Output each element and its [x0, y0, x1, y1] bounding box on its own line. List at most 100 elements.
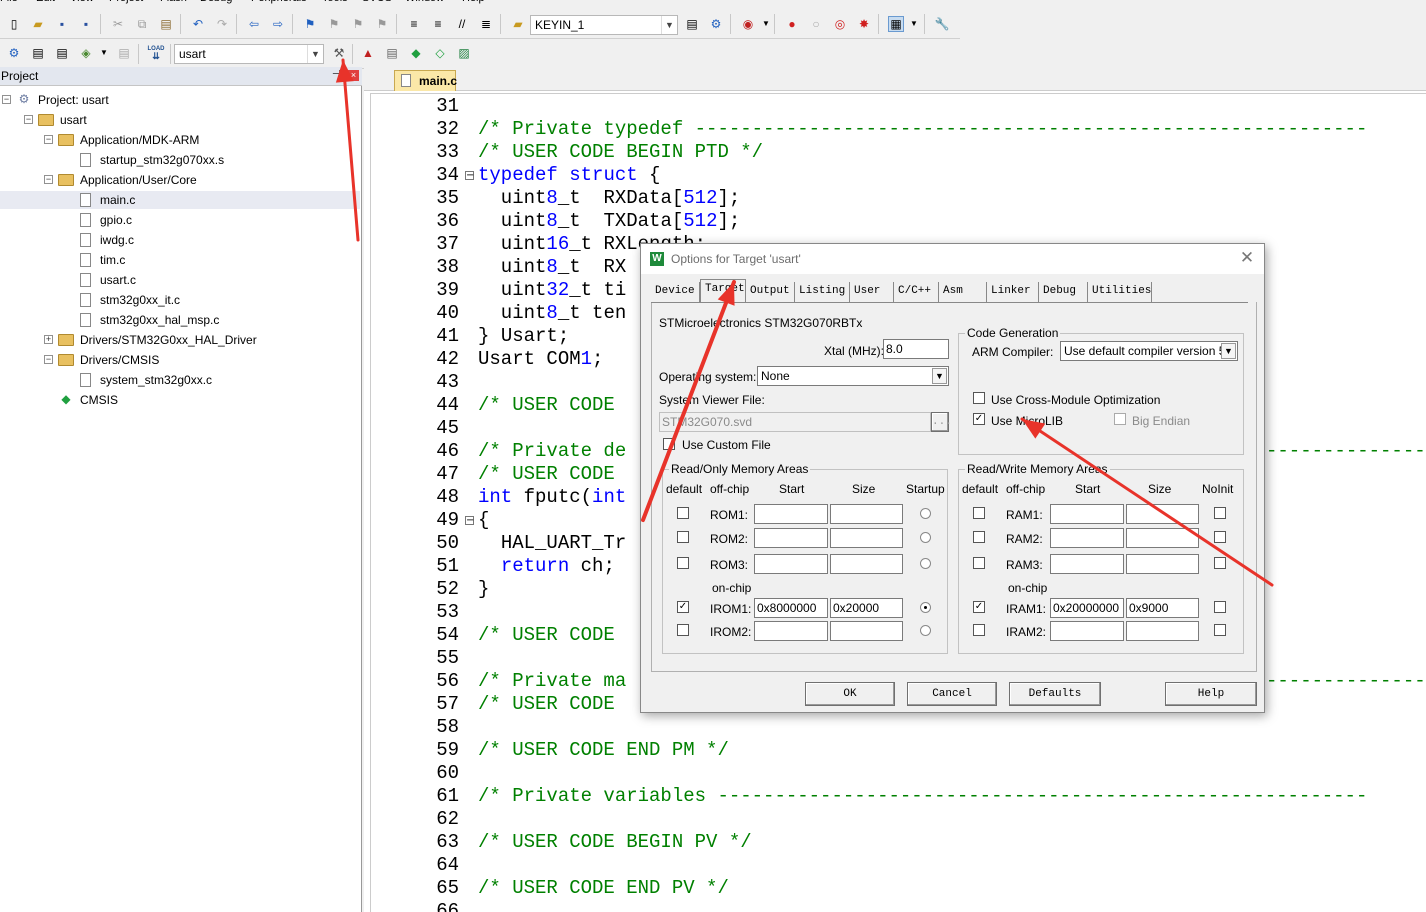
cancel-button[interactable]: Cancel: [907, 682, 997, 706]
open-folder-icon[interactable]: ▰: [30, 16, 46, 32]
os-select[interactable]: None ▼: [757, 366, 949, 386]
chevron-down-icon[interactable]: ▼: [96, 45, 112, 61]
options-for-target-icon[interactable]: ⚒: [331, 45, 347, 61]
find-in-files-icon[interactable]: ▰: [510, 16, 526, 32]
copy-config-icon[interactable]: ▨: [456, 45, 472, 61]
tree-item[interactable]: − Application/MDK-ARM: [0, 131, 360, 149]
menu-tools[interactable]: Tools: [322, 0, 348, 4]
copy-icon[interactable]: ⧉: [134, 16, 150, 32]
ro-start-input[interactable]: [754, 621, 828, 641]
ro-default-checkbox[interactable]: ✓: [677, 601, 689, 613]
tab-output[interactable]: Output: [746, 282, 795, 302]
menu-svcs[interactable]: SVCS: [362, 0, 392, 4]
ro-default-checkbox[interactable]: [677, 507, 689, 519]
indent-icon[interactable]: ≡: [406, 16, 422, 32]
redo-icon[interactable]: ↷: [214, 16, 230, 32]
breakpoint-icon[interactable]: ●: [784, 16, 800, 32]
tree-item[interactable]: + Drivers/STM32G0xx_HAL_Driver: [0, 331, 360, 349]
rw-start-input[interactable]: [1050, 554, 1124, 574]
nav-back-icon[interactable]: ⇦: [246, 16, 262, 32]
incremental-find-icon[interactable]: ⚙: [708, 16, 724, 32]
tree-item[interactable]: stm32g0xx_it.c: [0, 291, 360, 309]
menu-view[interactable]: View: [70, 0, 94, 4]
help-button[interactable]: Help: [1165, 682, 1257, 706]
stop-build-icon[interactable]: ▤: [116, 45, 132, 61]
tree-toggle-icon[interactable]: −: [44, 355, 53, 364]
ro-size-input[interactable]: [830, 621, 903, 641]
tree-item[interactable]: startup_stm32g070xx.s: [0, 151, 360, 169]
tab-debug[interactable]: Debug: [1039, 282, 1088, 302]
tree-item[interactable]: main.c: [0, 191, 360, 209]
menu-help[interactable]: Help: [462, 0, 485, 4]
rw-default-checkbox[interactable]: [973, 624, 985, 636]
configuration-wrench-icon[interactable]: 🔧: [934, 16, 950, 32]
tree-item[interactable]: ◆ CMSIS: [0, 391, 360, 409]
tree-toggle-icon[interactable]: −: [44, 135, 53, 144]
ro-start-input[interactable]: [754, 554, 828, 574]
tree-item[interactable]: − Drivers/CMSIS: [0, 351, 360, 369]
rw-start-input[interactable]: [1050, 528, 1124, 548]
save-icon[interactable]: ▪: [54, 16, 70, 32]
startup-radio[interactable]: [920, 558, 931, 569]
xtal-input[interactable]: 8.0: [883, 339, 949, 359]
ro-size-input[interactable]: 0x20000: [830, 598, 903, 618]
fold-toggle-icon[interactable]: −: [465, 171, 474, 181]
menu-debug[interactable]: Debug: [200, 0, 232, 4]
custom-file-checkbox[interactable]: [663, 438, 675, 450]
paste-icon[interactable]: ▤: [158, 16, 174, 32]
chevron-down-icon[interactable]: ▼: [1221, 343, 1236, 359]
tree-toggle-icon[interactable]: +: [44, 335, 53, 344]
menu-peripherals[interactable]: Peripherals: [251, 0, 307, 4]
ro-start-input[interactable]: [754, 504, 828, 524]
rw-start-input[interactable]: [1050, 504, 1124, 524]
translate-icon[interactable]: ⚙: [6, 45, 22, 61]
menu-edit[interactable]: Edit: [36, 0, 55, 4]
breakpoint-disable-all-icon[interactable]: ◎: [832, 16, 848, 32]
tree-item[interactable]: iwdg.c: [0, 231, 360, 249]
rw-default-checkbox[interactable]: ✓: [973, 601, 985, 613]
breakpoint-disable-icon[interactable]: ○: [808, 16, 824, 32]
startup-radio[interactable]: [920, 532, 931, 543]
ro-default-checkbox[interactable]: [677, 531, 689, 543]
tab-asm[interactable]: Asm: [939, 282, 987, 302]
tab-listing[interactable]: Listing: [795, 282, 850, 302]
tab-main-c[interactable]: main.c: [394, 70, 457, 91]
save-all-icon[interactable]: ▪: [78, 16, 94, 32]
tab-utilities[interactable]: Utilities: [1088, 282, 1152, 302]
ro-start-input[interactable]: [754, 528, 828, 548]
find-combo[interactable]: KEYIN_1 ▼: [530, 15, 678, 35]
noinit-checkbox[interactable]: [1214, 531, 1226, 543]
noinit-checkbox[interactable]: [1214, 624, 1226, 636]
tree-item[interactable]: − ⚙ Project: usart: [0, 91, 360, 109]
rw-size-input[interactable]: 0x9000: [1126, 598, 1199, 618]
tree-toggle-icon[interactable]: −: [44, 175, 53, 184]
manage-project-items-icon[interactable]: ▲: [360, 45, 376, 61]
breakpoint-kill-all-icon[interactable]: ✸: [856, 16, 872, 32]
unindent-icon[interactable]: ≡: [430, 16, 446, 32]
rw-size-input[interactable]: [1126, 621, 1199, 641]
noinit-checkbox[interactable]: [1214, 557, 1226, 569]
nav-forward-icon[interactable]: ⇨: [270, 16, 286, 32]
comment-icon[interactable]: //: [454, 16, 470, 32]
microlib-checkbox[interactable]: ✓: [973, 413, 985, 425]
cut-icon[interactable]: ✂: [110, 16, 126, 32]
select-packs-icon[interactable]: ▤: [384, 45, 400, 61]
ro-size-input[interactable]: [830, 528, 903, 548]
pin-icon[interactable]: ⊣: [332, 69, 341, 80]
ro-start-input[interactable]: 0x8000000: [754, 598, 828, 618]
compiler-select[interactable]: Use default compiler version 5 ▼: [1060, 341, 1238, 361]
menu-flash[interactable]: Flash: [160, 0, 187, 4]
menu-project[interactable]: Project: [109, 0, 143, 4]
chevron-down-icon[interactable]: ▼: [661, 16, 677, 34]
tree-toggle-icon[interactable]: −: [2, 95, 11, 104]
debug-session-icon[interactable]: ◉: [740, 16, 756, 32]
startup-radio[interactable]: [920, 602, 931, 613]
tree-toggle-icon[interactable]: −: [24, 115, 33, 124]
batch-build-icon[interactable]: ◈: [78, 45, 94, 61]
tree-item[interactable]: stm32g0xx_hal_msp.c: [0, 311, 360, 329]
download-icon[interactable]: LOAD ⇊: [146, 45, 166, 61]
defaults-button[interactable]: Defaults: [1009, 682, 1101, 706]
build-icon[interactable]: ▤: [30, 45, 46, 61]
rw-size-input[interactable]: [1126, 528, 1199, 548]
tab-device[interactable]: Device: [651, 282, 700, 302]
